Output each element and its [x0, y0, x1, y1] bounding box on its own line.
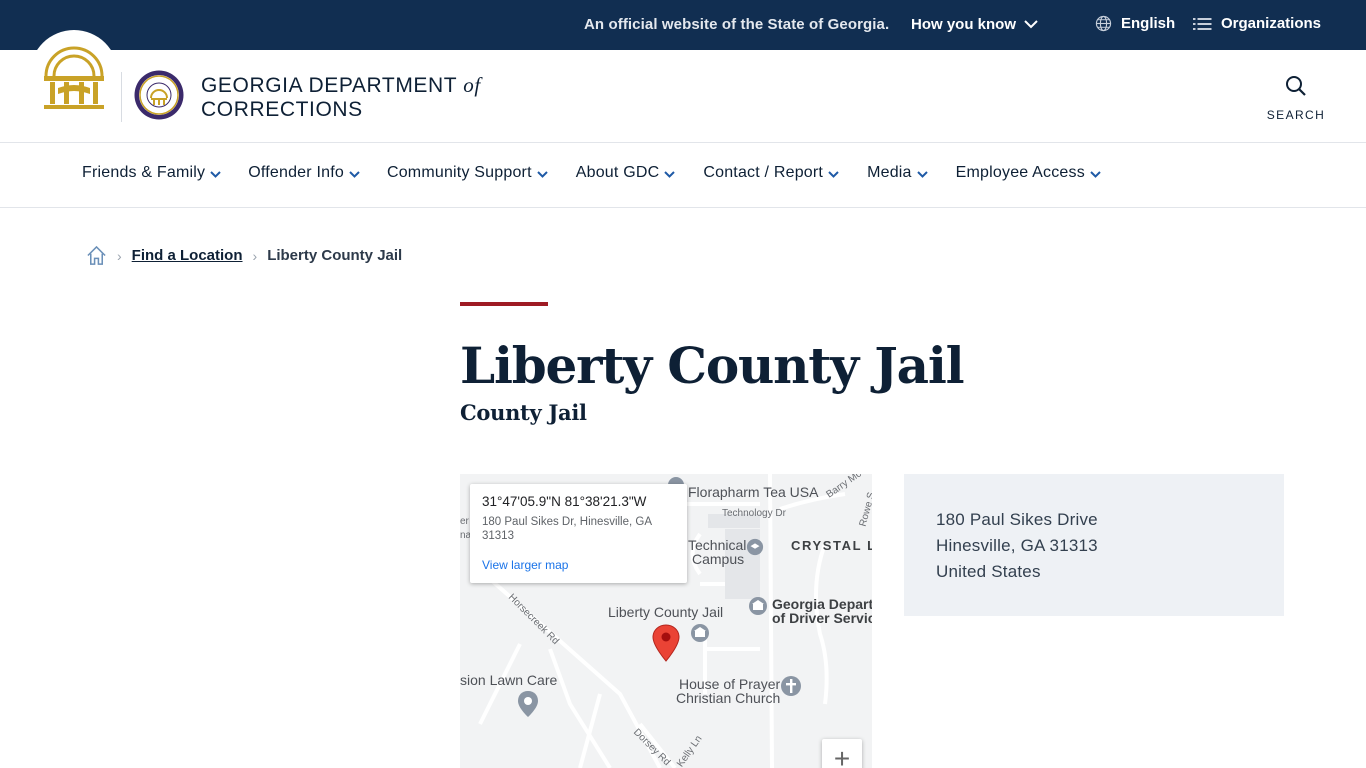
search-button[interactable]: SEARCH — [1262, 75, 1330, 122]
list-icon — [1193, 17, 1212, 30]
location-pin-icon[interactable] — [652, 624, 680, 662]
organizations-label: Organizations — [1221, 15, 1322, 32]
address-street: 180 Paul Sikes Drive — [936, 510, 1098, 529]
chevron-down-icon — [664, 170, 676, 178]
breadcrumb-separator-icon: › — [117, 247, 122, 264]
organizations-menu[interactable]: Organizations — [1193, 15, 1321, 32]
nav-item-community-support[interactable]: Community Support — [387, 164, 548, 182]
chevron-down-icon — [828, 170, 839, 178]
breadcrumb-separator-icon: › — [252, 247, 258, 264]
school-marker-icon[interactable] — [746, 538, 764, 556]
chevron-down-icon — [210, 170, 221, 178]
chevron-down-icon — [537, 170, 548, 178]
chevron-down-icon — [916, 170, 928, 178]
gdc-seal-logo[interactable] — [134, 70, 184, 120]
map-label: Liberty County Jail — [608, 604, 724, 620]
map-address: 180 Paul Sikes Dr, Hinesville, GA 31313 — [482, 516, 652, 542]
map-label: er — [460, 516, 469, 527]
official-banner: An official website of the State of Geor… — [0, 0, 1366, 50]
chevron-down-icon — [1024, 20, 1038, 29]
page-subtitle: County Jail — [460, 400, 587, 425]
how-you-know-label: How you know — [911, 16, 1016, 33]
nav-item-offender-info[interactable]: Offender Info — [248, 164, 360, 182]
nav-item-label: Friends & Family — [82, 164, 206, 181]
church-marker-icon[interactable] — [780, 675, 802, 697]
nav-item-label: Offender Info — [248, 164, 344, 181]
place-marker-icon[interactable] — [517, 690, 539, 718]
nav-item-label: Media — [867, 164, 912, 181]
map-label: of Driver Service — [772, 610, 872, 626]
title-accent-bar — [460, 302, 548, 306]
zoom-in-button[interactable]: + — [822, 739, 862, 768]
nav-item-label: Employee Access — [955, 164, 1085, 181]
map-coordinates: 31°47'05.9"N 81°38'21.3"W — [482, 494, 647, 509]
address-card: 180 Paul Sikes Drive Hinesville, GA 3131… — [904, 474, 1284, 616]
main-navigation: Friends & Family Offender Info Community… — [0, 143, 1366, 208]
page-title: Liberty County Jail — [460, 336, 965, 395]
location-map[interactable]: Florapharm Tea USA Technology Dr Barry M… — [460, 474, 872, 768]
home-icon[interactable] — [86, 245, 107, 266]
map-label: CRYSTAL L — [791, 538, 872, 553]
chevron-down-icon — [1090, 170, 1101, 178]
search-label: SEARCH — [1266, 108, 1326, 122]
zoom-in-label: + — [833, 743, 851, 768]
georgia-arch-logo[interactable] — [40, 42, 108, 114]
site-header: GEORGIA DEPARTMENT of CORRECTIONS SEARCH — [0, 30, 1366, 143]
agency-name-line1: GEORGIA DEPARTMENT — [201, 74, 457, 97]
how-you-know-toggle[interactable]: How you know — [911, 16, 1038, 33]
agency-name-of: of — [463, 73, 481, 97]
map-label: Campus — [692, 551, 745, 567]
map-label: sion Lawn Care — [460, 672, 558, 688]
official-website-text: An official website of the State of Geor… — [584, 16, 890, 33]
address-country: United States — [936, 562, 1041, 581]
language-label: English — [1121, 15, 1176, 32]
search-icon — [1286, 76, 1306, 96]
breadcrumb: › Find a Location › Liberty County Jail — [86, 245, 402, 266]
address-city-state-zip: Hinesville, GA 31313 — [936, 536, 1098, 555]
nav-item-contact-report[interactable]: Contact / Report — [703, 164, 839, 182]
government-marker-icon[interactable] — [748, 596, 768, 616]
map-label: Technology Dr — [722, 508, 786, 519]
agency-name[interactable]: GEORGIA DEPARTMENT of CORRECTIONS — [201, 73, 481, 122]
breadcrumb-link-find-location[interactable]: Find a Location — [132, 247, 243, 264]
nav-item-media[interactable]: Media — [867, 164, 928, 182]
nav-item-about-gdc[interactable]: About GDC — [576, 164, 676, 182]
nav-item-label: Contact / Report — [703, 164, 824, 181]
map-label: Christian Church — [676, 690, 781, 706]
breadcrumb-current: Liberty County Jail — [267, 247, 403, 264]
logo-divider — [121, 72, 122, 122]
globe-icon — [1095, 15, 1112, 32]
nav-item-label: Community Support — [386, 164, 532, 181]
map-info-card: 31°47'05.9"N 81°38'21.3"W 180 Paul Sikes… — [470, 484, 687, 583]
agency-name-line2: CORRECTIONS — [201, 98, 363, 121]
view-larger-map-link[interactable]: View larger map — [482, 558, 675, 572]
nav-item-label: About GDC — [575, 164, 660, 181]
government-marker-icon[interactable] — [690, 623, 710, 643]
language-selector[interactable]: English — [1095, 15, 1175, 32]
nav-item-employee-access[interactable]: Employee Access — [956, 164, 1101, 182]
map-label: Florapharm Tea USA — [688, 484, 819, 500]
nav-item-friends-family[interactable]: Friends & Family — [82, 164, 221, 182]
chevron-down-icon — [349, 170, 360, 178]
